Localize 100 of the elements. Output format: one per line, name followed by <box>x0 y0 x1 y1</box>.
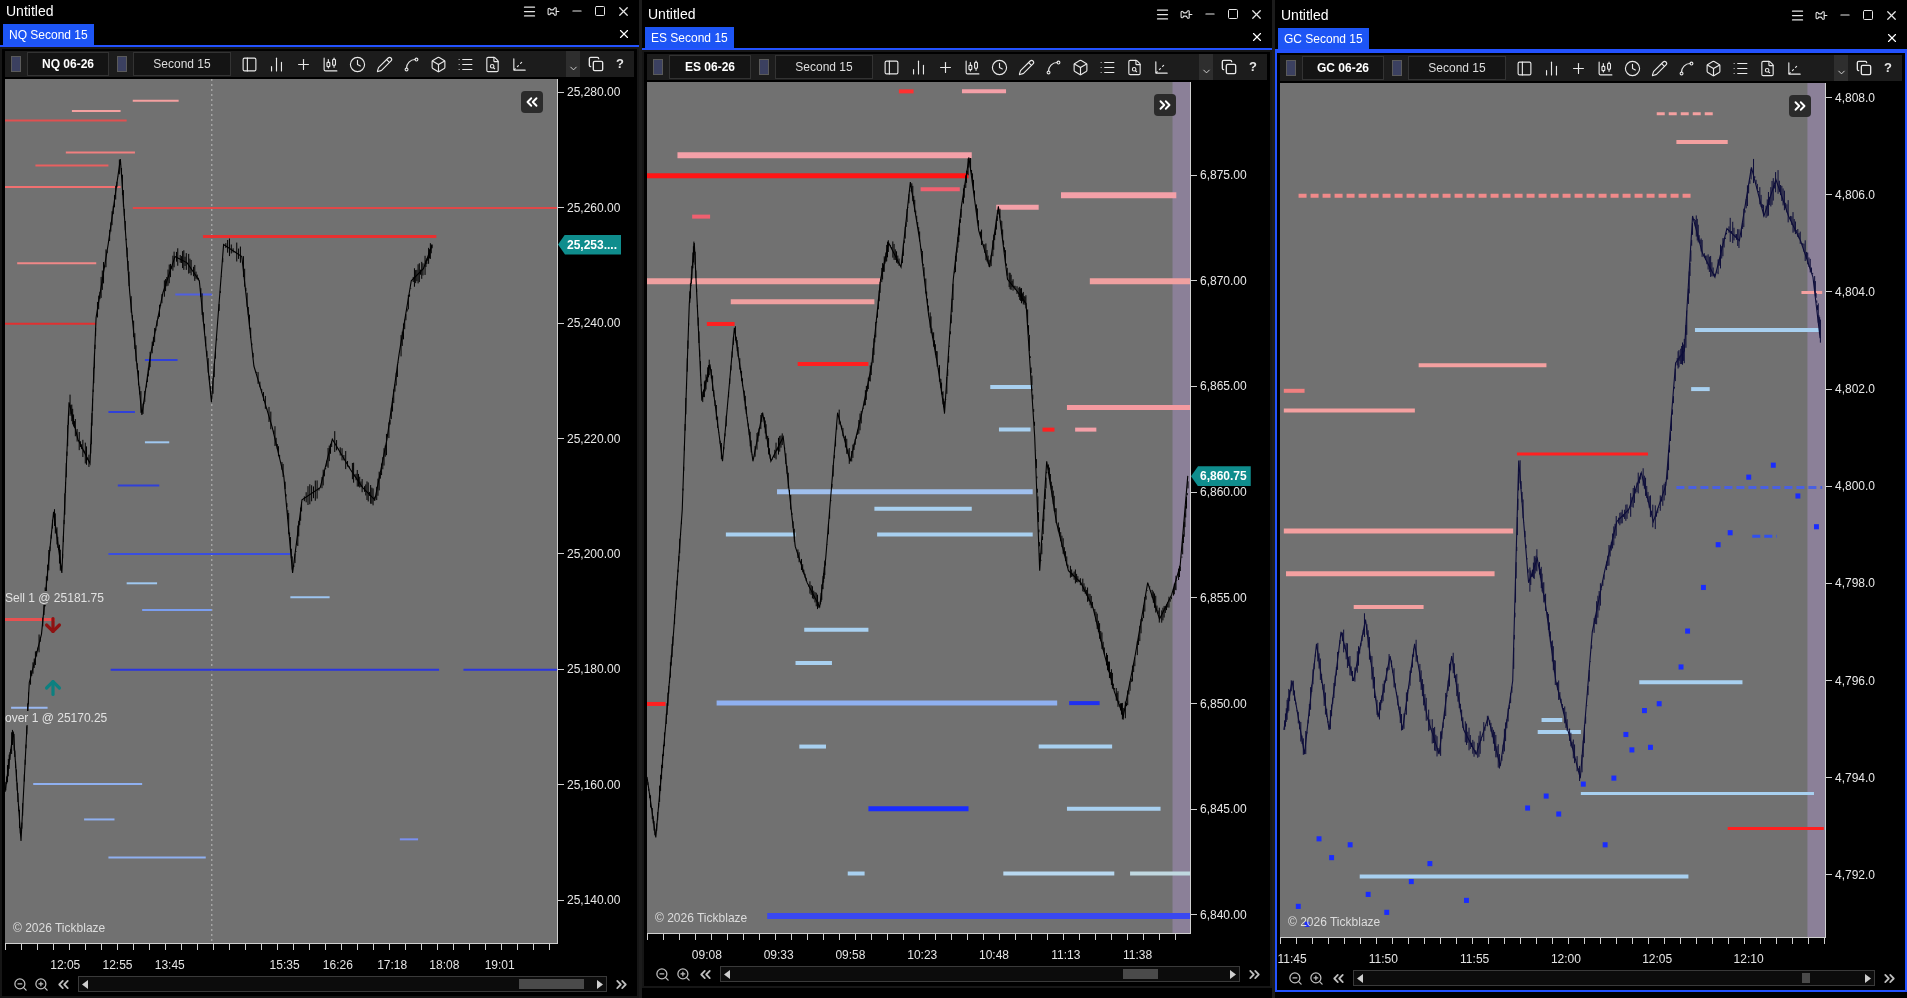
symbol-field[interactable]: NQ 06-26 <box>27 52 109 76</box>
cube-icon[interactable] <box>430 55 447 73</box>
overflow-button[interactable] <box>1199 54 1214 80</box>
cube-icon[interactable] <box>1705 59 1722 77</box>
side-panel-toggle[interactable] <box>1154 94 1176 116</box>
close-icon[interactable] <box>617 27 631 41</box>
zoom-in-icon[interactable] <box>1309 970 1324 986</box>
side-panel-toggle[interactable] <box>521 91 543 113</box>
swatch-icon[interactable] <box>117 56 127 72</box>
menu-icon[interactable] <box>1155 6 1170 22</box>
line-nodes-icon[interactable] <box>403 55 420 73</box>
window-title: Untitled <box>1281 5 1329 25</box>
timeframe-field[interactable]: Second 15 <box>133 52 231 76</box>
tab[interactable]: NQ Second 15 <box>3 24 94 45</box>
time-label: 11:50 <box>1368 951 1398 968</box>
file-search-icon[interactable] <box>1759 59 1776 77</box>
candlestick-icon[interactable] <box>322 55 339 73</box>
copy-icon[interactable] <box>1221 59 1238 75</box>
time-label: 12:55 <box>102 957 133 974</box>
swatch-icon[interactable] <box>11 56 21 72</box>
zoom-out-icon[interactable] <box>1288 970 1303 986</box>
zoom-in-icon[interactable] <box>34 976 49 992</box>
menu-icon[interactable] <box>522 3 537 19</box>
pencil-icon[interactable] <box>1651 59 1668 77</box>
panel-icon[interactable] <box>1516 59 1533 77</box>
overflow-button[interactable] <box>566 51 581 77</box>
price-label: 25,200.00 <box>567 545 621 563</box>
time-label: 16:26 <box>322 957 353 974</box>
pin-icon[interactable] <box>547 4 560 18</box>
line-nodes-icon[interactable] <box>1678 59 1695 77</box>
zoom-out-icon[interactable] <box>655 966 670 982</box>
axes-icon[interactable] <box>1153 58 1170 76</box>
price-label: 4,808.0 <box>1835 89 1876 107</box>
candlestick-icon[interactable] <box>964 58 981 76</box>
timeframe-field[interactable]: Second 15 <box>1408 56 1506 80</box>
pin-icon[interactable] <box>1180 7 1193 21</box>
price-label: 25,160.00 <box>567 776 621 794</box>
price-label: 6,840.00 <box>1200 906 1247 924</box>
close-icon[interactable] <box>1885 31 1899 45</box>
zoom-out-icon[interactable] <box>13 976 28 992</box>
scroll-right-icon[interactable] <box>596 979 604 989</box>
swatch-icon[interactable] <box>1392 60 1402 76</box>
bar-chart-icon[interactable] <box>268 55 285 73</box>
bar-chart-icon[interactable] <box>1543 59 1560 77</box>
panel-icon[interactable] <box>241 55 258 73</box>
time-label: 10:23 <box>907 947 938 964</box>
price-label: 25,140.00 <box>567 892 621 910</box>
scroll-left-icon[interactable] <box>723 969 731 979</box>
side-panel-toggle[interactable] <box>1789 95 1811 117</box>
scroll-right-icon[interactable] <box>1864 973 1872 983</box>
scroll-right-icon[interactable] <box>1229 969 1237 979</box>
tab[interactable]: GC Second 15 <box>1278 28 1369 49</box>
candlestick-icon[interactable] <box>1597 59 1614 77</box>
menu-icon[interactable] <box>1790 7 1805 23</box>
close-icon[interactable] <box>1250 30 1264 44</box>
swatch-icon[interactable] <box>653 59 663 75</box>
scrollbar-thumb[interactable] <box>518 979 584 989</box>
clock-icon[interactable] <box>991 58 1008 76</box>
time-label: 11:13 <box>1051 947 1081 964</box>
time-label: 15:35 <box>269 957 300 974</box>
copy-icon[interactable] <box>588 56 605 72</box>
scroll-left-icon[interactable] <box>1356 973 1364 983</box>
time-label: 11:38 <box>1123 947 1153 964</box>
symbol-field[interactable]: GC 06-26 <box>1302 56 1384 80</box>
price-label: 25,260.00 <box>567 199 621 217</box>
maximize-icon[interactable] <box>1862 9 1874 21</box>
tab[interactable]: ES Second 15 <box>645 27 734 48</box>
copy-icon[interactable] <box>1856 60 1873 76</box>
maximize-icon[interactable] <box>594 5 606 17</box>
zoom-in-icon[interactable] <box>676 966 691 982</box>
axes-icon[interactable] <box>511 55 528 73</box>
window-title: Untitled <box>6 1 54 21</box>
clock-icon[interactable] <box>1624 59 1641 77</box>
panel-icon[interactable] <box>883 58 900 76</box>
scroll-left-icon[interactable] <box>81 979 89 989</box>
bar-chart-icon[interactable] <box>910 58 927 76</box>
scrollbar-thumb[interactable] <box>1802 973 1811 983</box>
cube-icon[interactable] <box>1072 58 1089 76</box>
help-button[interactable]: ? <box>612 54 628 74</box>
last-price-badge: 25,253.... <box>558 234 622 255</box>
timeframe-field[interactable]: Second 15 <box>775 55 873 79</box>
pencil-icon[interactable] <box>1018 58 1035 76</box>
overflow-button[interactable] <box>1834 55 1849 81</box>
help-button[interactable]: ? <box>1245 57 1261 77</box>
line-nodes-icon[interactable] <box>1045 58 1062 76</box>
help-button[interactable]: ? <box>1880 58 1896 78</box>
file-search-icon[interactable] <box>484 55 501 73</box>
time-label: 12:00 <box>1550 951 1581 968</box>
pencil-icon[interactable] <box>376 55 393 73</box>
maximize-icon[interactable] <box>1227 8 1239 20</box>
last-price-badge: 6,860.75 <box>1191 466 1251 487</box>
axes-icon[interactable] <box>1786 59 1803 77</box>
swatch-icon[interactable] <box>759 59 769 75</box>
price-label: 4,800.0 <box>1835 478 1876 496</box>
scrollbar-thumb[interactable] <box>1123 969 1158 979</box>
file-search-icon[interactable] <box>1126 58 1143 76</box>
swatch-icon[interactable] <box>1286 60 1296 76</box>
pin-icon[interactable] <box>1815 8 1828 22</box>
clock-icon[interactable] <box>349 55 366 73</box>
symbol-field[interactable]: ES 06-26 <box>669 55 751 79</box>
